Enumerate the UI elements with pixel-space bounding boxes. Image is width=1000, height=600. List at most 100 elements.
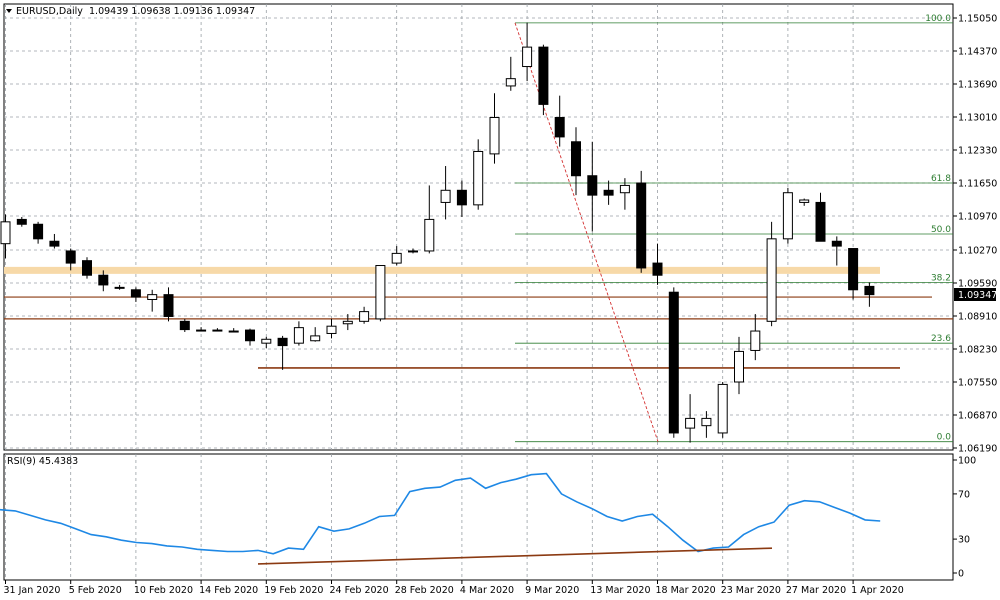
rsi-panel[interactable]	[3, 453, 954, 581]
fib-level-label: 23.6	[931, 334, 951, 344]
candle-body	[489, 116, 500, 155]
x-tick-label: 14 Feb 2020	[199, 585, 258, 596]
rsi-y-tick-label: 70	[958, 489, 970, 500]
candle-body	[163, 294, 174, 317]
candle-body	[375, 265, 386, 320]
candle-bear	[82, 257, 92, 279]
fib-level-label: 38.2	[931, 274, 951, 284]
y-tick-label: 1.08910	[958, 311, 997, 322]
x-tick-label: 9 Mar 2020	[525, 585, 579, 596]
main-panel-frame	[3, 3, 954, 451]
candle-body	[228, 330, 239, 333]
current-price-tag: 1.09347	[954, 288, 997, 301]
fib-level-label: 61.8	[931, 174, 951, 184]
candle-body	[473, 150, 484, 206]
y-tick-label: 1.06870	[958, 410, 997, 421]
candle-body	[342, 320, 353, 325]
candle-body	[359, 311, 370, 322]
candle-bull	[375, 265, 386, 322]
candle-body	[326, 325, 337, 334]
candle-body	[440, 189, 451, 203]
candle-body	[196, 329, 207, 332]
x-tick-label: 13 Mar 2020	[590, 585, 650, 596]
candle-body	[799, 199, 810, 203]
candle-body	[619, 184, 630, 194]
candle-body	[652, 262, 663, 276]
candle-body	[179, 320, 190, 331]
candle-body	[212, 329, 223, 332]
candle-body	[636, 182, 647, 269]
candle-bear	[538, 44, 549, 116]
rsi-y-tick-label: 0	[958, 569, 964, 580]
candle-body	[782, 192, 793, 240]
candle-body	[734, 350, 744, 383]
candle-body	[554, 116, 565, 138]
x-tick-label: 28 Feb 2020	[395, 585, 454, 596]
candle-body	[603, 189, 614, 196]
ohlc-values: 1.09439 1.09638 1.09136 1.09347	[89, 6, 255, 17]
x-tick-label: 4 Mar 2020	[460, 585, 514, 596]
candle-body	[522, 46, 533, 68]
candle-body	[310, 335, 321, 342]
candle-body	[750, 330, 761, 351]
candle-body	[408, 250, 418, 253]
y-tick-label: 1.10270	[958, 245, 997, 256]
fib-level-label: 50.0	[931, 225, 951, 235]
x-tick-label: 24 Feb 2020	[330, 585, 389, 596]
candle-body	[130, 289, 141, 298]
x-tick-label: 1 Apr 2020	[851, 585, 904, 596]
candle-bear	[668, 287, 679, 438]
candle-body	[82, 260, 92, 276]
symbol-label: EURUSD,Daily	[16, 6, 83, 17]
y-tick-label: 1.10970	[958, 212, 997, 223]
candle-body	[587, 175, 598, 196]
chart-canvas: 100.0 61.8 50.0 38.2 23.6 0.0 1.15050 1.14370 1…	[0, 3, 997, 596]
main-panel[interactable]	[3, 3, 954, 451]
x-tick-label: 19 Feb 2020	[264, 585, 323, 596]
fib-level-label: 0.0	[937, 433, 952, 443]
candle-body	[668, 291, 679, 434]
y-tick-label: 1.11650	[958, 179, 997, 190]
candle-body	[831, 240, 842, 247]
candle-body	[505, 78, 516, 87]
candle-body	[261, 338, 272, 344]
candle-body	[98, 274, 109, 286]
x-tick-label: 18 Mar 2020	[656, 585, 716, 596]
candle-body	[717, 383, 728, 434]
candle-bull	[717, 381, 728, 438]
y-tick-label: 1.06190	[958, 444, 997, 455]
rsi-label: RSI(9) 45.4383	[7, 456, 78, 467]
y-tick-label: 1.13010	[958, 113, 997, 124]
x-tick-label: 27 Mar 2020	[786, 585, 846, 596]
candle-body	[848, 248, 859, 291]
candle-bear	[179, 318, 190, 333]
y-tick-label: 1.09590	[958, 278, 997, 289]
y-tick-label: 1.15050	[958, 14, 997, 25]
candle-body	[766, 238, 777, 322]
candle-body	[571, 141, 581, 177]
candle-body	[49, 240, 60, 247]
candle-bear	[636, 170, 647, 273]
candle-body	[245, 329, 255, 342]
candle-body	[293, 327, 304, 344]
x-tick-label: 10 Feb 2020	[134, 585, 193, 596]
x-tick-label: 31 Jan 2020	[4, 585, 61, 596]
fib-level-label: 100.0	[925, 14, 951, 24]
x-tick-label: 23 Mar 2020	[721, 585, 781, 596]
candle-body	[424, 218, 435, 252]
candle-body	[701, 417, 712, 427]
candle-bull	[782, 187, 793, 244]
y-tick-label: 1.13690	[958, 80, 997, 91]
candle-body	[391, 252, 402, 264]
candle-body	[65, 250, 76, 264]
candle-body	[815, 201, 826, 242]
rsi-y-tick-label: 30	[958, 535, 970, 546]
rsi-y-tick-label: 100	[958, 456, 976, 467]
candle-body	[16, 218, 27, 225]
candle-body	[277, 337, 288, 347]
candle-body	[538, 46, 549, 105]
current-price-label: 1.09347	[958, 290, 997, 301]
y-tick-label: 1.07550	[958, 377, 997, 388]
candle-body	[685, 417, 696, 429]
y-tick-label: 1.08230	[958, 344, 997, 355]
